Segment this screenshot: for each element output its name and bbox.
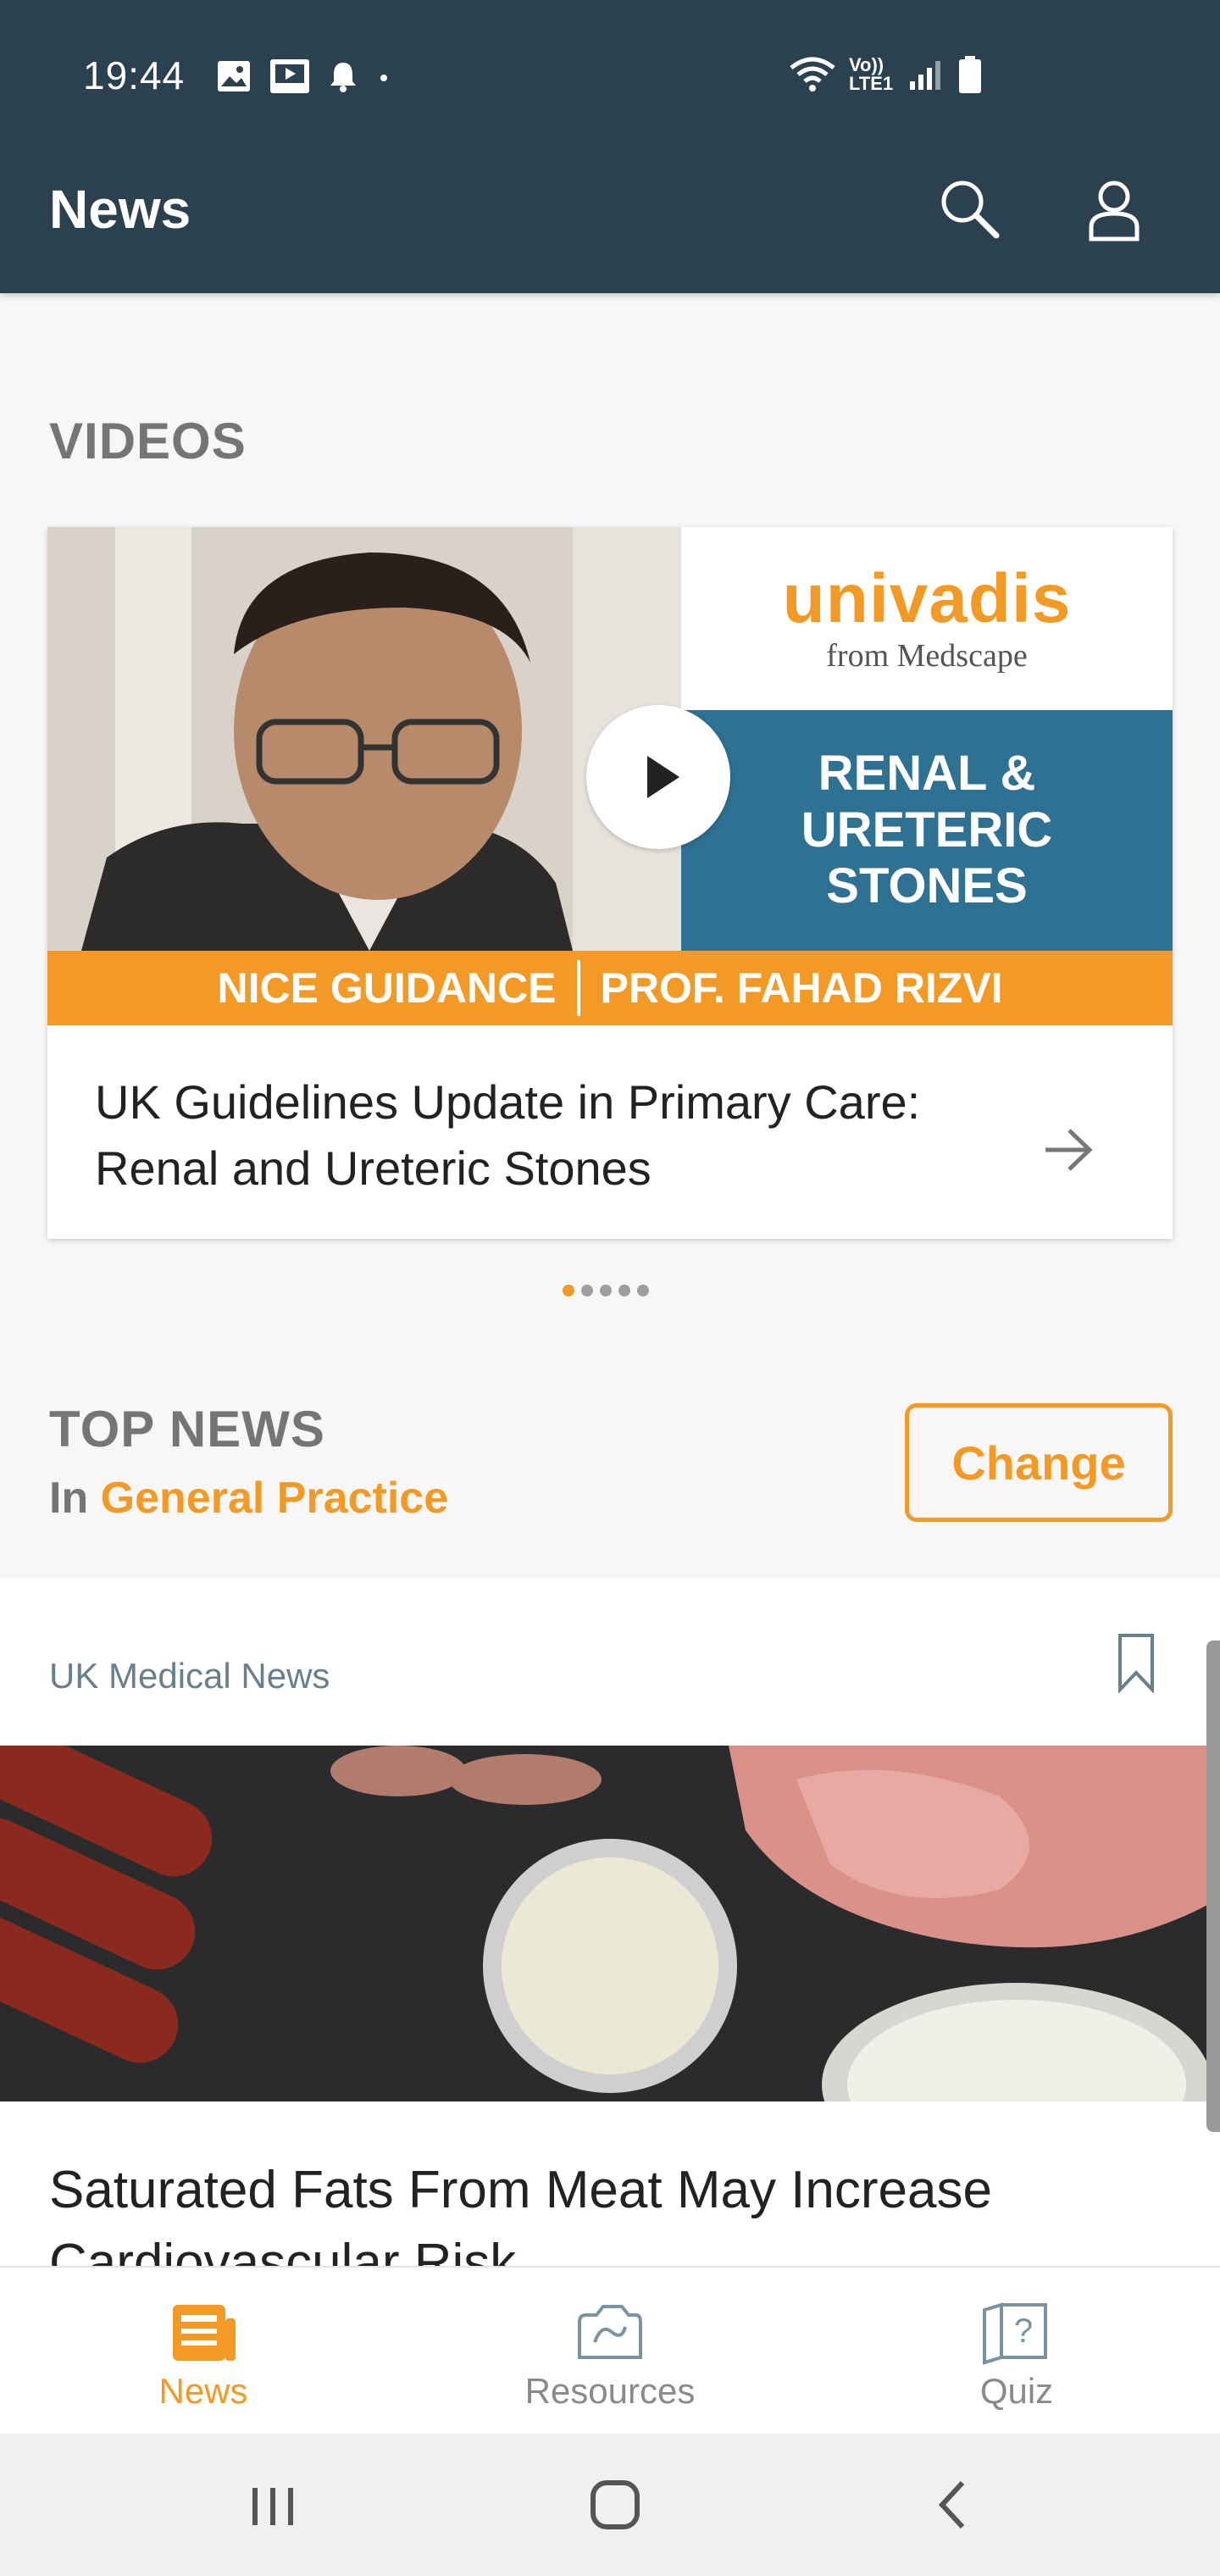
search-icon[interactable] [932, 171, 1008, 247]
brand-panel: univadis from Medscape [681, 527, 1173, 710]
back-icon[interactable] [920, 2471, 988, 2539]
video-caption[interactable]: UK Guidelines Update in Primary Care: Re… [95, 1069, 993, 1202]
presenter-photo [47, 527, 681, 951]
top-news-title: TOP NEWS [49, 1401, 325, 1457]
quiz-icon: ? [983, 2302, 1047, 2365]
nav-item-news[interactable]: News [0, 2268, 407, 2435]
profile-icon[interactable] [1076, 171, 1152, 247]
home-icon[interactable] [581, 2471, 649, 2539]
pager-dot[interactable] [563, 1285, 574, 1296]
battery-icon [959, 56, 981, 93]
nav-item-resources[interactable]: Resources [407, 2268, 813, 2435]
status-bar: 19:44 Vo)) LTE1 [0, 0, 1220, 127]
banner-divider [576, 960, 580, 1016]
nav-item-quiz[interactable]: ? Quiz [813, 2268, 1220, 2435]
pager-dot[interactable] [600, 1285, 612, 1296]
notification-icons [216, 58, 392, 95]
signal-icon [910, 61, 940, 90]
wifi-icon [790, 57, 835, 92]
recent-apps-icon[interactable] [239, 2471, 307, 2539]
category-name: General Practice [100, 1474, 449, 1523]
video-card[interactable]: univadis from Medscape RENAL & URETERIC … [47, 527, 1173, 1239]
pager-dot[interactable] [618, 1285, 630, 1296]
system-status-icons: Vo)) LTE1 [788, 54, 983, 95]
volte-icon: Vo)) LTE1 [849, 54, 894, 94]
video-banner: NICE GUIDANCE PROF. FAHAD RIZVI [47, 951, 1173, 1025]
play-button[interactable] [586, 705, 730, 849]
page-title: News [49, 179, 191, 240]
pager-dot[interactable] [581, 1285, 593, 1296]
medscape-logo: from Medscape [826, 638, 1028, 674]
system-navigation-bar [0, 2434, 1220, 2576]
banner-presenter: PROF. FAHAD RIZVI [600, 964, 1003, 1012]
news-source: UK Medical News [49, 1656, 330, 1696]
video-icon [270, 59, 309, 93]
resources-icon [578, 2305, 642, 2359]
topic-text: RENAL & URETERIC STONES [801, 745, 1053, 914]
bookmark-icon[interactable] [1117, 1632, 1156, 1693]
arrow-right-icon[interactable] [1039, 1120, 1098, 1180]
scrollbar[interactable] [1206, 1641, 1220, 2132]
banner-guidance: NICE GUIDANCE [217, 964, 557, 1012]
carousel-pager [563, 1285, 649, 1296]
svg-text:?: ? [1014, 2312, 1033, 2350]
top-news-category-line: In General Practice [49, 1473, 448, 1524]
nav-label-news: News [158, 2371, 248, 2411]
bottom-navigation: News Resources ? Quiz [0, 2266, 1220, 2434]
news-icon [173, 2305, 236, 2361]
app-bar: News [0, 127, 1220, 293]
bell-icon [330, 63, 356, 92]
nav-label-quiz: Quiz [979, 2371, 1054, 2411]
univadis-logo: univadis [782, 560, 1072, 637]
status-time: 19:44 [83, 53, 186, 97]
news-headline[interactable]: Saturated Fats From Meat May Increase Ca… [49, 2154, 1151, 2266]
news-card[interactable]: UK Medical News Saturated Fats From Meat… [0, 1578, 1220, 2266]
nav-label-resources: Resources [524, 2371, 696, 2411]
video-thumbnail[interactable]: univadis from Medscape RENAL & URETERIC … [47, 527, 1173, 1025]
videos-section-title: VIDEOS [49, 413, 247, 469]
in-label: In [49, 1474, 89, 1523]
dot-icon [380, 75, 387, 81]
topic-panel: RENAL & URETERIC STONES [681, 710, 1173, 951]
image-icon [218, 61, 250, 92]
change-category-button[interactable]: Change [905, 1403, 1173, 1522]
pager-dot[interactable] [637, 1285, 649, 1296]
news-image[interactable] [0, 1746, 1220, 2101]
